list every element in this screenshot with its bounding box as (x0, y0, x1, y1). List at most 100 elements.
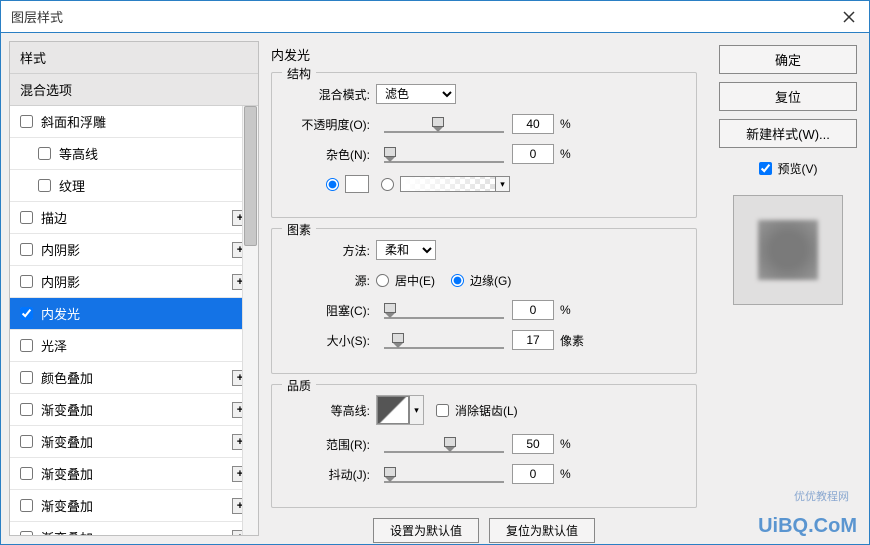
size-input[interactable] (512, 330, 554, 350)
color-swatch[interactable] (345, 175, 369, 193)
reset-default-button[interactable]: 复位为默认值 (489, 518, 595, 543)
source-center-radio[interactable]: 居中(E) (376, 272, 435, 289)
style-item-label: 渐变叠加 (41, 528, 232, 535)
style-checkbox[interactable] (20, 403, 33, 416)
style-item-2[interactable]: 纹理 (10, 170, 258, 202)
method-select[interactable]: 柔和 (376, 240, 436, 260)
set-default-button[interactable]: 设置为默认值 (373, 518, 479, 543)
style-checkbox[interactable] (20, 307, 33, 320)
style-item-label: 渐变叠加 (41, 496, 232, 515)
style-checkbox[interactable] (38, 179, 51, 192)
close-button[interactable] (837, 5, 861, 29)
contour-dropdown-icon[interactable]: ▾ (409, 396, 423, 424)
blend-options-item[interactable]: 混合选项 (10, 74, 258, 106)
style-checkbox[interactable] (20, 115, 33, 128)
style-item-4[interactable]: 内阴影+ (10, 234, 258, 266)
opacity-slider[interactable] (384, 115, 504, 133)
contour-picker[interactable]: ▾ (376, 395, 424, 425)
new-style-button[interactable]: 新建样式(W)... (719, 119, 857, 148)
size-label: 大小(S): (286, 332, 376, 349)
style-item-3[interactable]: 描边+ (10, 202, 258, 234)
style-item-13[interactable]: 渐变叠加+ (10, 522, 258, 535)
style-checkbox[interactable] (20, 499, 33, 512)
jitter-slider[interactable] (384, 465, 504, 483)
blend-mode-select[interactable]: 滤色 (376, 84, 456, 104)
style-item-10[interactable]: 渐变叠加+ (10, 426, 258, 458)
style-item-label: 纹理 (59, 176, 248, 195)
style-checkbox[interactable] (20, 243, 33, 256)
scrollbar-track[interactable] (242, 106, 258, 535)
style-item-label: 描边 (41, 208, 232, 227)
gradient-dropdown-icon[interactable]: ▾ (495, 177, 509, 191)
gradient-swatch[interactable]: ▾ (400, 176, 510, 192)
watermark-logo: UiBQ.CoM (758, 515, 857, 538)
style-item-9[interactable]: 渐变叠加+ (10, 394, 258, 426)
style-checkbox[interactable] (20, 275, 33, 288)
style-item-1[interactable]: 等高线 (10, 138, 258, 170)
noise-unit: % (560, 147, 571, 161)
choke-slider[interactable] (384, 301, 504, 319)
style-item-12[interactable]: 渐变叠加+ (10, 490, 258, 522)
jitter-unit: % (560, 467, 571, 481)
close-icon (843, 11, 855, 23)
quality-group: 品质 等高线: ▾ 消除锯齿(L) 范围(R): % 抖动(J): (271, 384, 697, 508)
noise-label: 杂色(N): (286, 146, 376, 163)
style-checkbox[interactable] (20, 467, 33, 480)
opacity-input[interactable] (512, 114, 554, 134)
preview-box (733, 195, 843, 305)
choke-unit: % (560, 303, 571, 317)
style-item-label: 渐变叠加 (41, 432, 232, 451)
style-item-6[interactable]: 内发光 (10, 298, 258, 330)
style-checkbox[interactable] (20, 435, 33, 448)
range-input[interactable] (512, 434, 554, 454)
style-item-label: 等高线 (59, 144, 248, 163)
styles-panel: 样式 混合选项 斜面和浮雕等高线纹理描边+内阴影+内阴影+内发光光泽颜色叠加+渐… (9, 41, 259, 536)
style-item-label: 颜色叠加 (41, 368, 232, 387)
style-checkbox[interactable] (38, 147, 51, 160)
jitter-input[interactable] (512, 464, 554, 484)
options-panel: 内发光 结构 混合模式: 滤色 不透明度(O): % 杂色(N): (259, 41, 709, 536)
opacity-label: 不透明度(O): (286, 116, 376, 133)
ok-button[interactable]: 确定 (719, 45, 857, 74)
color-radio[interactable] (326, 175, 369, 193)
scrollbar-thumb[interactable] (244, 106, 257, 246)
style-item-label: 渐变叠加 (41, 464, 232, 483)
element-title: 图素 (282, 221, 316, 238)
panel-title: 内发光 (271, 45, 697, 64)
size-unit: 像素 (560, 332, 584, 349)
source-edge-radio[interactable]: 边缘(G) (451, 272, 511, 289)
style-checkbox[interactable] (20, 371, 33, 384)
layer-style-dialog: 图层样式 样式 混合选项 斜面和浮雕等高线纹理描边+内阴影+内阴影+内发光光泽颜… (0, 0, 870, 545)
style-item-label: 斜面和浮雕 (41, 112, 248, 131)
style-item-8[interactable]: 颜色叠加+ (10, 362, 258, 394)
style-item-5[interactable]: 内阴影+ (10, 266, 258, 298)
preview-checkbox[interactable]: 预览(V) (719, 160, 857, 177)
watermark-text: 优优教程网 (794, 488, 849, 504)
reset-button[interactable]: 复位 (719, 82, 857, 111)
jitter-label: 抖动(J): (286, 466, 376, 483)
style-checkbox[interactable] (20, 211, 33, 224)
noise-slider[interactable] (384, 145, 504, 163)
size-slider[interactable] (384, 331, 504, 349)
style-checkbox[interactable] (20, 531, 33, 535)
antialias-checkbox[interactable]: 消除锯齿(L) (436, 402, 518, 419)
range-slider[interactable] (384, 435, 504, 453)
style-item-0[interactable]: 斜面和浮雕 (10, 106, 258, 138)
structure-title: 结构 (282, 65, 316, 82)
preview-thumbnail (758, 220, 818, 280)
styles-header: 样式 (10, 42, 258, 74)
style-item-7[interactable]: 光泽 (10, 330, 258, 362)
choke-input[interactable] (512, 300, 554, 320)
contour-label: 等高线: (286, 402, 376, 419)
action-panel: 确定 复位 新建样式(W)... 预览(V) (709, 41, 861, 536)
gradient-radio[interactable]: ▾ (381, 176, 510, 192)
style-item-label: 内阴影 (41, 240, 232, 259)
source-label: 源: (286, 272, 376, 289)
opacity-unit: % (560, 117, 571, 131)
quality-title: 品质 (282, 377, 316, 394)
blend-mode-label: 混合模式: (286, 86, 376, 103)
style-item-11[interactable]: 渐变叠加+ (10, 458, 258, 490)
style-checkbox[interactable] (20, 339, 33, 352)
noise-input[interactable] (512, 144, 554, 164)
style-item-label: 渐变叠加 (41, 400, 232, 419)
